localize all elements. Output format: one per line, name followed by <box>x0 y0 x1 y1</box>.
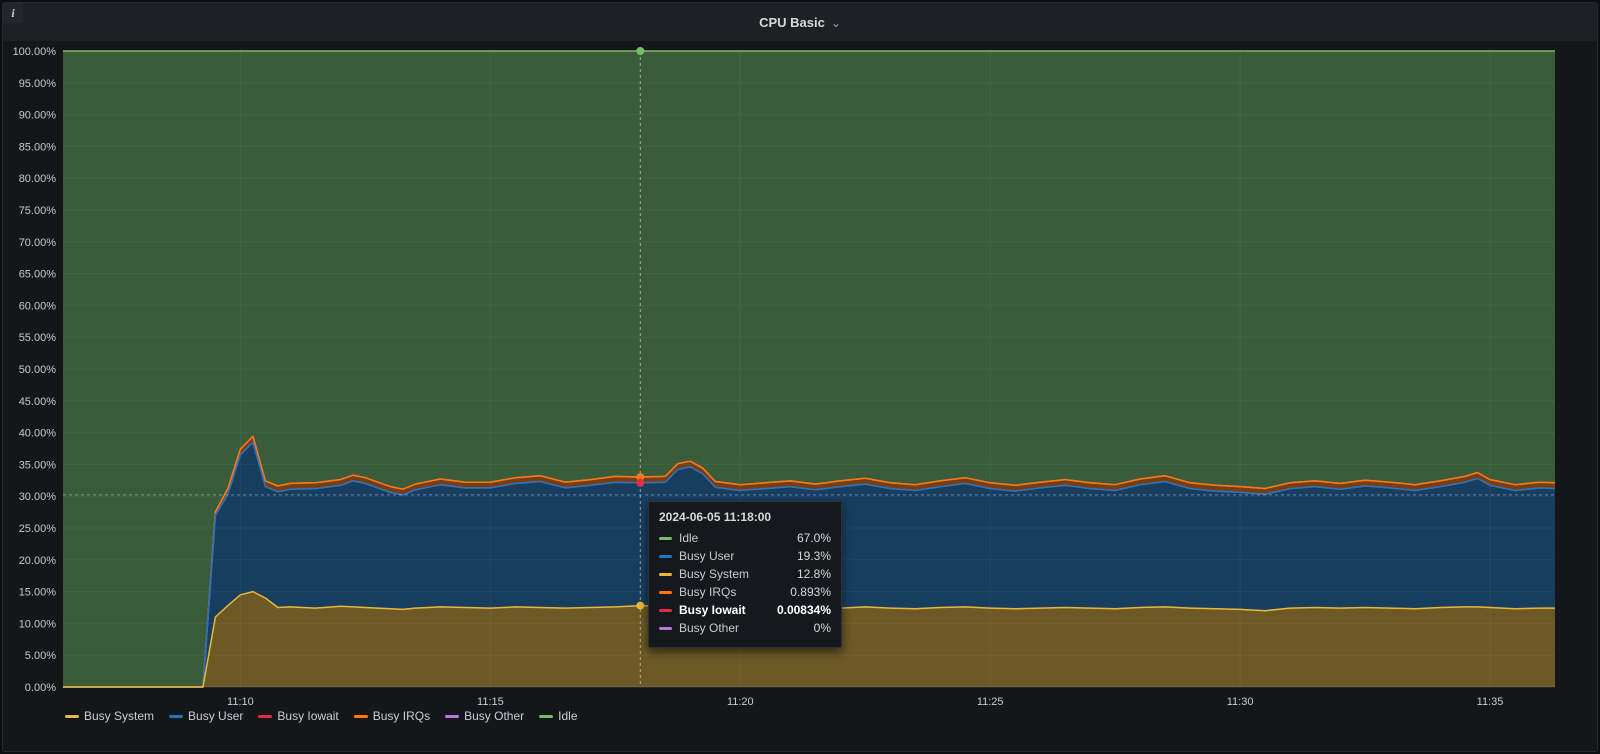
tooltip: 2024-06-05 11:18:00 Idle 67.0% Busy User 19… <box>648 501 842 648</box>
x-axis-label: 11:15 <box>477 696 504 708</box>
y-axis-label: 0.00% <box>25 682 56 694</box>
legend-label: Busy Iowait <box>277 709 339 723</box>
panel-info-icon[interactable]: i <box>3 3 23 23</box>
series-color-swatch <box>659 626 672 630</box>
tooltip-row: Busy IRQs 0.893% <box>659 585 831 599</box>
tooltip-series-label: Busy Iowait <box>679 603 746 617</box>
series-color-swatch <box>659 554 672 558</box>
y-axis-label: 100.00% <box>13 46 57 58</box>
hover-point-busy-system <box>636 601 645 610</box>
y-axis-label: 20.00% <box>19 555 57 567</box>
tooltip-series-label: Busy Other <box>679 621 740 635</box>
series-color-swatch <box>659 536 672 540</box>
tooltip-series-value: 0.00834% <box>776 603 831 617</box>
tooltip-row: Busy System 12.8% <box>659 567 831 581</box>
tooltip-series-value: 0% <box>813 621 831 635</box>
y-axis-label: 50.00% <box>19 364 57 376</box>
legend-item-busy-other[interactable]: Busy Other <box>445 709 524 723</box>
y-axis-label: 55.00% <box>19 332 57 344</box>
grafana-panel: i CPU Basic ⌄ 100.00% 95.00% 90.00% 85.00% 8… <box>2 2 1598 752</box>
legend-item-busy-irqs[interactable]: Busy IRQs <box>353 709 431 723</box>
x-axis-label: 11:25 <box>977 696 1004 708</box>
legend-color-swatch <box>258 714 273 718</box>
y-axis-label: 45.00% <box>19 396 57 408</box>
legend-label: Busy System <box>84 709 155 723</box>
y-axis-label: 5.00% <box>25 650 56 662</box>
legend: Busy System Busy User Busy Iowait Busy IRQs… <box>65 709 578 723</box>
y-axis-label: 75.00% <box>19 205 57 217</box>
x-axis-label: 11:30 <box>1227 696 1254 708</box>
tooltip-row: Busy Iowait 0.00834% <box>659 603 831 617</box>
x-axis-label: 11:20 <box>727 696 754 708</box>
y-axis-label: 30.00% <box>19 491 57 503</box>
tooltip-series-label: Busy System <box>679 567 750 581</box>
tooltip-series-value: 12.8% <box>796 567 831 581</box>
tooltip-row: Busy User 19.3% <box>659 549 831 563</box>
legend-label: Busy Other <box>464 709 525 723</box>
legend-item-idle[interactable]: Idle <box>539 709 578 723</box>
y-axis-label: 25.00% <box>19 523 57 535</box>
legend-label: Idle <box>558 709 578 723</box>
chevron-down-icon: ⌄ <box>830 15 841 30</box>
y-axis-label: 65.00% <box>19 269 57 281</box>
tooltip-series-value: 67.0% <box>796 531 831 545</box>
y-axis-label: 90.00% <box>19 110 57 122</box>
legend-color-swatch <box>65 714 79 718</box>
x-axis-label: 11:10 <box>227 696 254 708</box>
legend-label: Busy IRQs <box>372 709 431 723</box>
panel-header[interactable]: CPU Basic ⌄ <box>3 3 1597 41</box>
tooltip-row: Idle 67.0% <box>659 531 831 545</box>
y-axis-label: 95.00% <box>19 78 57 90</box>
tooltip-series-label: Busy User <box>679 549 735 563</box>
y-axis-label: 40.00% <box>19 428 57 440</box>
panel-title: CPU Basic <box>759 14 825 30</box>
legend-item-busy-iowait[interactable]: Busy Iowait <box>258 709 339 723</box>
legend-item-busy-user[interactable]: Busy User <box>169 709 243 723</box>
hover-point-busy-iowait <box>636 478 645 487</box>
legend-item-busy-system[interactable]: Busy System <box>65 709 154 723</box>
legend-label: Busy User <box>188 709 244 723</box>
y-axis-label: 15.00% <box>19 587 57 599</box>
tooltip-series-label: Idle <box>679 531 699 545</box>
y-axis-label: 10.00% <box>19 618 57 630</box>
x-axis-label: 11:35 <box>1477 696 1504 708</box>
y-axis-label: 70.00% <box>19 237 57 249</box>
tooltip-series-label: Busy IRQs <box>679 585 737 599</box>
series-color-swatch <box>659 608 672 612</box>
legend-color-swatch <box>169 714 184 718</box>
tooltip-series-value: 19.3% <box>796 549 831 563</box>
legend-color-swatch <box>445 714 460 718</box>
series-color-swatch <box>659 590 672 594</box>
hover-point-idle <box>636 47 645 55</box>
y-axis-label: 35.00% <box>19 459 57 471</box>
y-axis-label: 80.00% <box>19 173 57 185</box>
y-axis-label: 85.00% <box>19 141 57 153</box>
y-axis-label: 60.00% <box>19 300 57 312</box>
tooltip-series-value: 0.893% <box>790 585 831 599</box>
legend-color-swatch <box>353 714 368 718</box>
series-color-swatch <box>659 572 672 576</box>
tooltip-row: Busy Other 0% <box>659 621 831 635</box>
legend-color-swatch <box>539 714 554 718</box>
tooltip-title: 2024-06-05 11:18:00 <box>659 510 772 524</box>
tooltip-rows: Idle 67.0% Busy User 19.3% Busy System 12.8% B… <box>659 531 831 635</box>
